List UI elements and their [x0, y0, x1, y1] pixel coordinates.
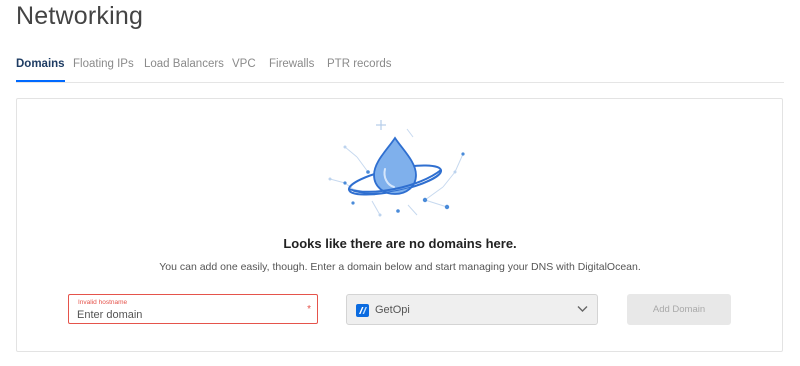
- project-select[interactable]: GetOpi: [346, 294, 598, 325]
- domain-input[interactable]: [77, 308, 297, 322]
- required-asterisk: *: [307, 304, 311, 315]
- chevron-down-icon: [577, 306, 588, 312]
- project-icon: [356, 304, 369, 317]
- tab-domains[interactable]: Domains: [16, 58, 65, 82]
- domain-field[interactable]: Invalid hostname *: [68, 294, 318, 324]
- empty-state-description: You can add one easily, though. Enter a …: [159, 261, 641, 273]
- tab-ptr-records[interactable]: PTR records: [327, 58, 392, 81]
- tab-firewalls[interactable]: Firewalls: [269, 58, 314, 81]
- tab-vpc[interactable]: VPC: [232, 58, 256, 81]
- add-domain-button[interactable]: Add Domain: [627, 294, 731, 325]
- empty-state-title: Looks like there are no domains here.: [283, 236, 517, 251]
- project-select-value: GetOpi: [375, 304, 410, 316]
- tab-floating-ips[interactable]: Floating IPs: [73, 58, 134, 81]
- tab-bar: Domains Floating IPs Load Balancers VPC …: [16, 58, 784, 83]
- page-title: Networking: [16, 2, 144, 30]
- domain-error-label: Invalid hostname: [78, 299, 128, 306]
- tab-load-balancers[interactable]: Load Balancers: [144, 58, 224, 81]
- water-drop-planet-icon: [328, 120, 465, 217]
